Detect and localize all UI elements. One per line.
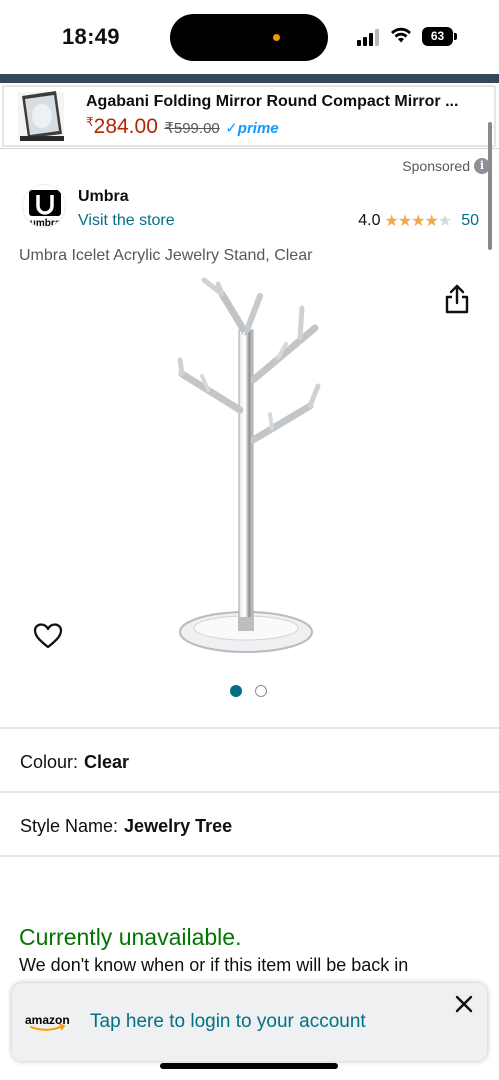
heart-icon[interactable]	[33, 622, 63, 650]
prime-check-icon: ✓	[225, 120, 238, 137]
rating-count[interactable]: 50	[461, 212, 479, 230]
rating-value: 4.0	[358, 212, 381, 229]
star-filled-icon: ★	[424, 213, 439, 230]
colour-variant[interactable]: Colour: Clear	[20, 752, 129, 773]
style-name-variant[interactable]: Style Name: Jewelry Tree	[20, 816, 232, 837]
currency-symbol: ₹	[86, 115, 94, 129]
brand-logo[interactable]: umbra	[22, 184, 66, 228]
carousel-dot[interactable]	[255, 685, 267, 697]
ad-price-value: 284.00	[93, 115, 158, 138]
availability-status: Currently unavailable.	[19, 924, 242, 950]
status-bar: 18:49 63	[0, 0, 499, 74]
ad-title[interactable]: Agabani Folding Mirror Round Compact Mir…	[86, 93, 486, 111]
ad-price-row: ₹284.00 ₹599.00 ✓prime	[86, 115, 279, 139]
signal-icon	[357, 28, 381, 46]
battery-icon: 63	[422, 27, 458, 46]
dynamic-island	[170, 14, 328, 61]
style-name-label: Style Name:	[20, 816, 119, 836]
rating-row[interactable]: 4.0 ★★★★★ 50	[358, 211, 479, 231]
product-image-carousel[interactable]	[0, 270, 499, 670]
star-filled-icon: ★	[411, 213, 425, 230]
star-filled-icon: ★	[384, 213, 398, 230]
visit-store-link[interactable]: Visit the store	[78, 212, 175, 230]
colour-value: Clear	[84, 752, 130, 772]
close-icon[interactable]	[455, 995, 473, 1013]
product-title: Umbra Icelet Acrylic Jewelry Stand, Clea…	[19, 247, 313, 264]
star-empty-icon: ★	[437, 213, 452, 230]
style-name-value: Jewelry Tree	[124, 816, 233, 836]
divider	[0, 791, 499, 793]
mirror-product-thumbnail[interactable]	[16, 88, 70, 144]
sponsored-text: Sponsored	[402, 158, 470, 174]
star-filled-icon: ★	[397, 213, 412, 230]
share-icon[interactable]	[443, 284, 471, 314]
divider	[0, 727, 499, 729]
status-time: 18:49	[62, 24, 120, 49]
ad-mrp: ₹599.00	[164, 120, 220, 137]
brand-name: Umbra	[78, 188, 129, 205]
info-icon[interactable]: i	[474, 158, 490, 174]
brand-logo-text: umbra	[30, 218, 61, 228]
login-toast[interactable]: amazon Tap here to login to your account	[12, 983, 487, 1061]
jewelry-stand-image[interactable]	[160, 272, 340, 662]
home-indicator[interactable]	[160, 1063, 338, 1069]
battery-level: 63	[422, 27, 453, 46]
divider	[0, 855, 499, 857]
colour-label: Colour:	[20, 752, 79, 772]
carousel-dot-active[interactable]	[230, 685, 242, 697]
header-band	[0, 74, 499, 83]
ad-price: ₹284.00	[86, 115, 158, 138]
sponsored-label[interactable]: Sponsored i	[402, 158, 490, 174]
page-scrollbar[interactable]	[488, 122, 492, 250]
login-link[interactable]: Tap here to login to your account	[90, 1011, 366, 1033]
privacy-indicator	[273, 34, 280, 41]
sponsored-ad-banner[interactable]: Agabani Folding Mirror Round Compact Mir…	[0, 83, 499, 149]
amazon-logo: amazon	[25, 1011, 73, 1033]
availability-note: We don't know when or if this item will …	[19, 955, 409, 975]
umbra-logo-icon: umbra	[29, 190, 61, 228]
prime-label: prime	[237, 120, 279, 137]
wifi-icon	[391, 27, 411, 43]
carousel-dots[interactable]	[230, 685, 267, 697]
star-rating-icon: ★★★★★	[384, 211, 452, 231]
